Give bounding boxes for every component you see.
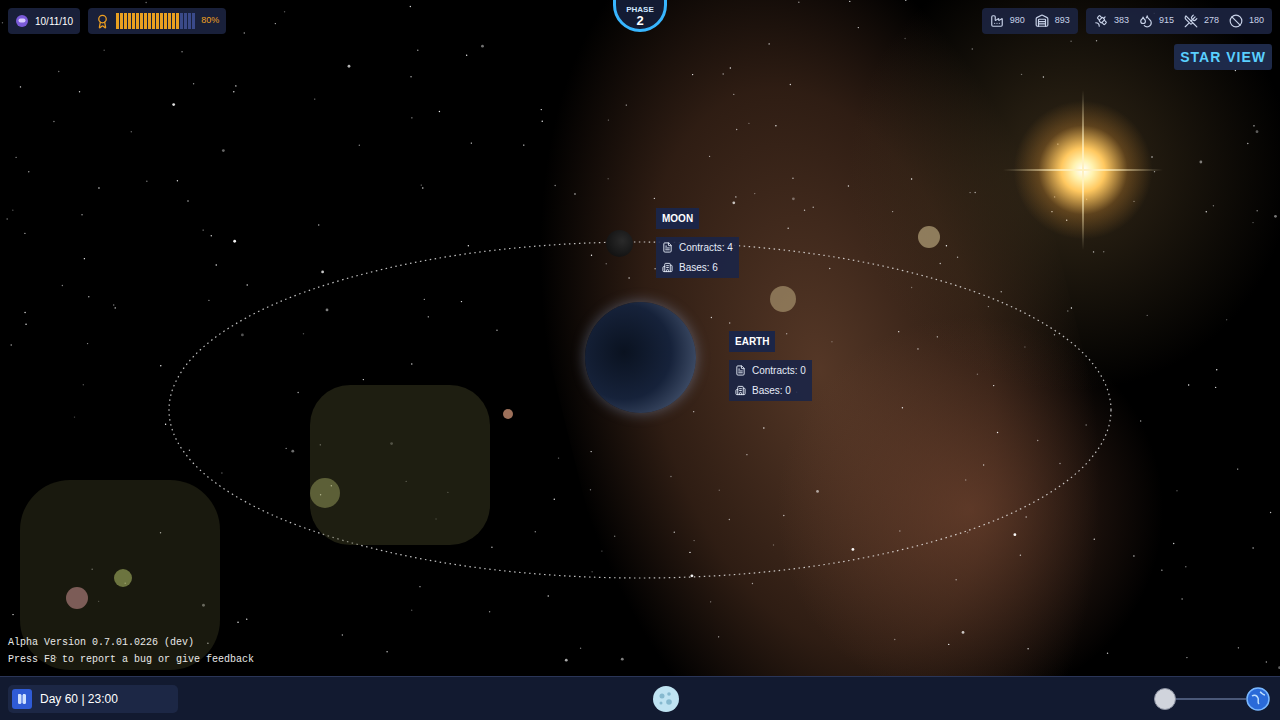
body-stats: Contracts: 0 Bases: 0	[729, 360, 812, 401]
resource[interactable]: 980	[990, 14, 1025, 28]
day-time: Day 60 | 23:00	[40, 690, 118, 708]
morale-segment	[148, 13, 151, 29]
version-info: Alpha Version 0.7.01.0226 (dev)Press F8 …	[8, 634, 1272, 668]
resource-icon	[1229, 14, 1243, 28]
body-label[interactable]: MOON Contracts: 4 Bases: 6	[656, 208, 739, 278]
moon[interactable]	[606, 230, 633, 257]
morale-bar	[116, 13, 195, 29]
morale-segment	[124, 13, 127, 29]
zoom-track	[1154, 687, 1246, 711]
morale-segment	[188, 13, 191, 29]
contract-icon	[662, 242, 673, 253]
base-icon	[735, 385, 746, 396]
lens-flare	[114, 569, 132, 587]
resource[interactable]: 915	[1139, 14, 1174, 28]
morale-segment	[172, 13, 175, 29]
game-screen: MOON Contracts: 4 Bases: 6 EARTH Contracts: …	[0, 0, 1280, 720]
earth[interactable]	[585, 302, 696, 413]
bases-row: Bases: 6	[662, 260, 733, 275]
lens-flare	[66, 587, 88, 609]
lens-flare	[503, 409, 513, 419]
morale-segment	[160, 13, 163, 29]
bottom-bar: Day 60 | 23:00	[0, 676, 1280, 720]
resource[interactable]: 383	[1094, 14, 1129, 28]
resource-group: 980 893	[982, 8, 1078, 34]
morale-segment	[152, 13, 155, 29]
contracts-row: Contracts: 0	[735, 363, 806, 378]
morale-meter: 80%	[88, 8, 226, 34]
morale-segment	[136, 13, 139, 29]
morale-segment	[164, 13, 167, 29]
version: Alpha Version 0.7.01.0226 (dev)	[8, 634, 1272, 651]
lens-flare	[310, 385, 490, 545]
lens-flare	[310, 478, 340, 508]
pause-button[interactable]	[12, 689, 32, 709]
sun-flare	[1082, 90, 1084, 250]
morale-segment	[144, 13, 147, 29]
pause-icon	[16, 693, 28, 705]
time-panel: Day 60 | 23:00	[8, 685, 178, 713]
resource-icon	[990, 14, 1004, 28]
morale-segment	[192, 13, 195, 29]
morale-segment	[156, 13, 159, 29]
star-view-button[interactable]: STAR VIEW	[1174, 44, 1272, 70]
morale-segment	[128, 13, 131, 29]
resource[interactable]: 278	[1184, 14, 1219, 28]
morale-segment	[168, 13, 171, 29]
resource[interactable]: 893	[1035, 14, 1070, 28]
resources: 980 893 383 915 278 180	[982, 8, 1272, 34]
bases-row: Bases: 0	[735, 383, 806, 398]
top-hud: 10/11/10 80% 980 893 383 915 278 180 STAR VIEW	[0, 0, 1280, 70]
earth-icon[interactable]	[1246, 687, 1270, 711]
morale-segment	[132, 13, 135, 29]
phase-label: PHASE	[626, 6, 654, 14]
moon-view-icon[interactable]	[652, 685, 680, 713]
zoom-knob[interactable]	[1154, 688, 1176, 710]
resource-group: 383 915 278 180	[1086, 8, 1272, 34]
moon-orbit	[169, 242, 1111, 578]
astronaut-icon	[15, 14, 29, 28]
resource-icon	[1139, 14, 1153, 28]
body-name: MOON	[656, 208, 699, 229]
resource-icon	[1094, 14, 1108, 28]
phase-number: 2	[636, 14, 643, 27]
resource-icon	[1184, 14, 1198, 28]
morale-segment	[116, 13, 119, 29]
space-scene	[0, 0, 1280, 720]
contract-icon	[735, 365, 746, 376]
resource-icon	[1035, 14, 1049, 28]
body-label[interactable]: EARTH Contracts: 0 Bases: 0	[729, 331, 812, 401]
contracts-row: Contracts: 4	[662, 240, 733, 255]
zoom-slider[interactable]	[1154, 687, 1272, 711]
morale-segment	[120, 13, 123, 29]
badge-icon	[95, 14, 110, 29]
feedback-hint: Press F8 to report a bug or give feedbac…	[8, 651, 1272, 668]
morale-segment	[180, 13, 183, 29]
lens-flare	[770, 286, 796, 312]
morale-segment	[140, 13, 143, 29]
body-stats: Contracts: 4 Bases: 6	[656, 237, 739, 278]
body-name: EARTH	[729, 331, 775, 352]
morale-segment	[176, 13, 179, 29]
crew-counter[interactable]: 10/11/10	[8, 8, 80, 34]
resource[interactable]: 180	[1229, 14, 1264, 28]
morale-segment	[184, 13, 187, 29]
base-icon	[662, 262, 673, 273]
lens-flare	[918, 226, 940, 248]
